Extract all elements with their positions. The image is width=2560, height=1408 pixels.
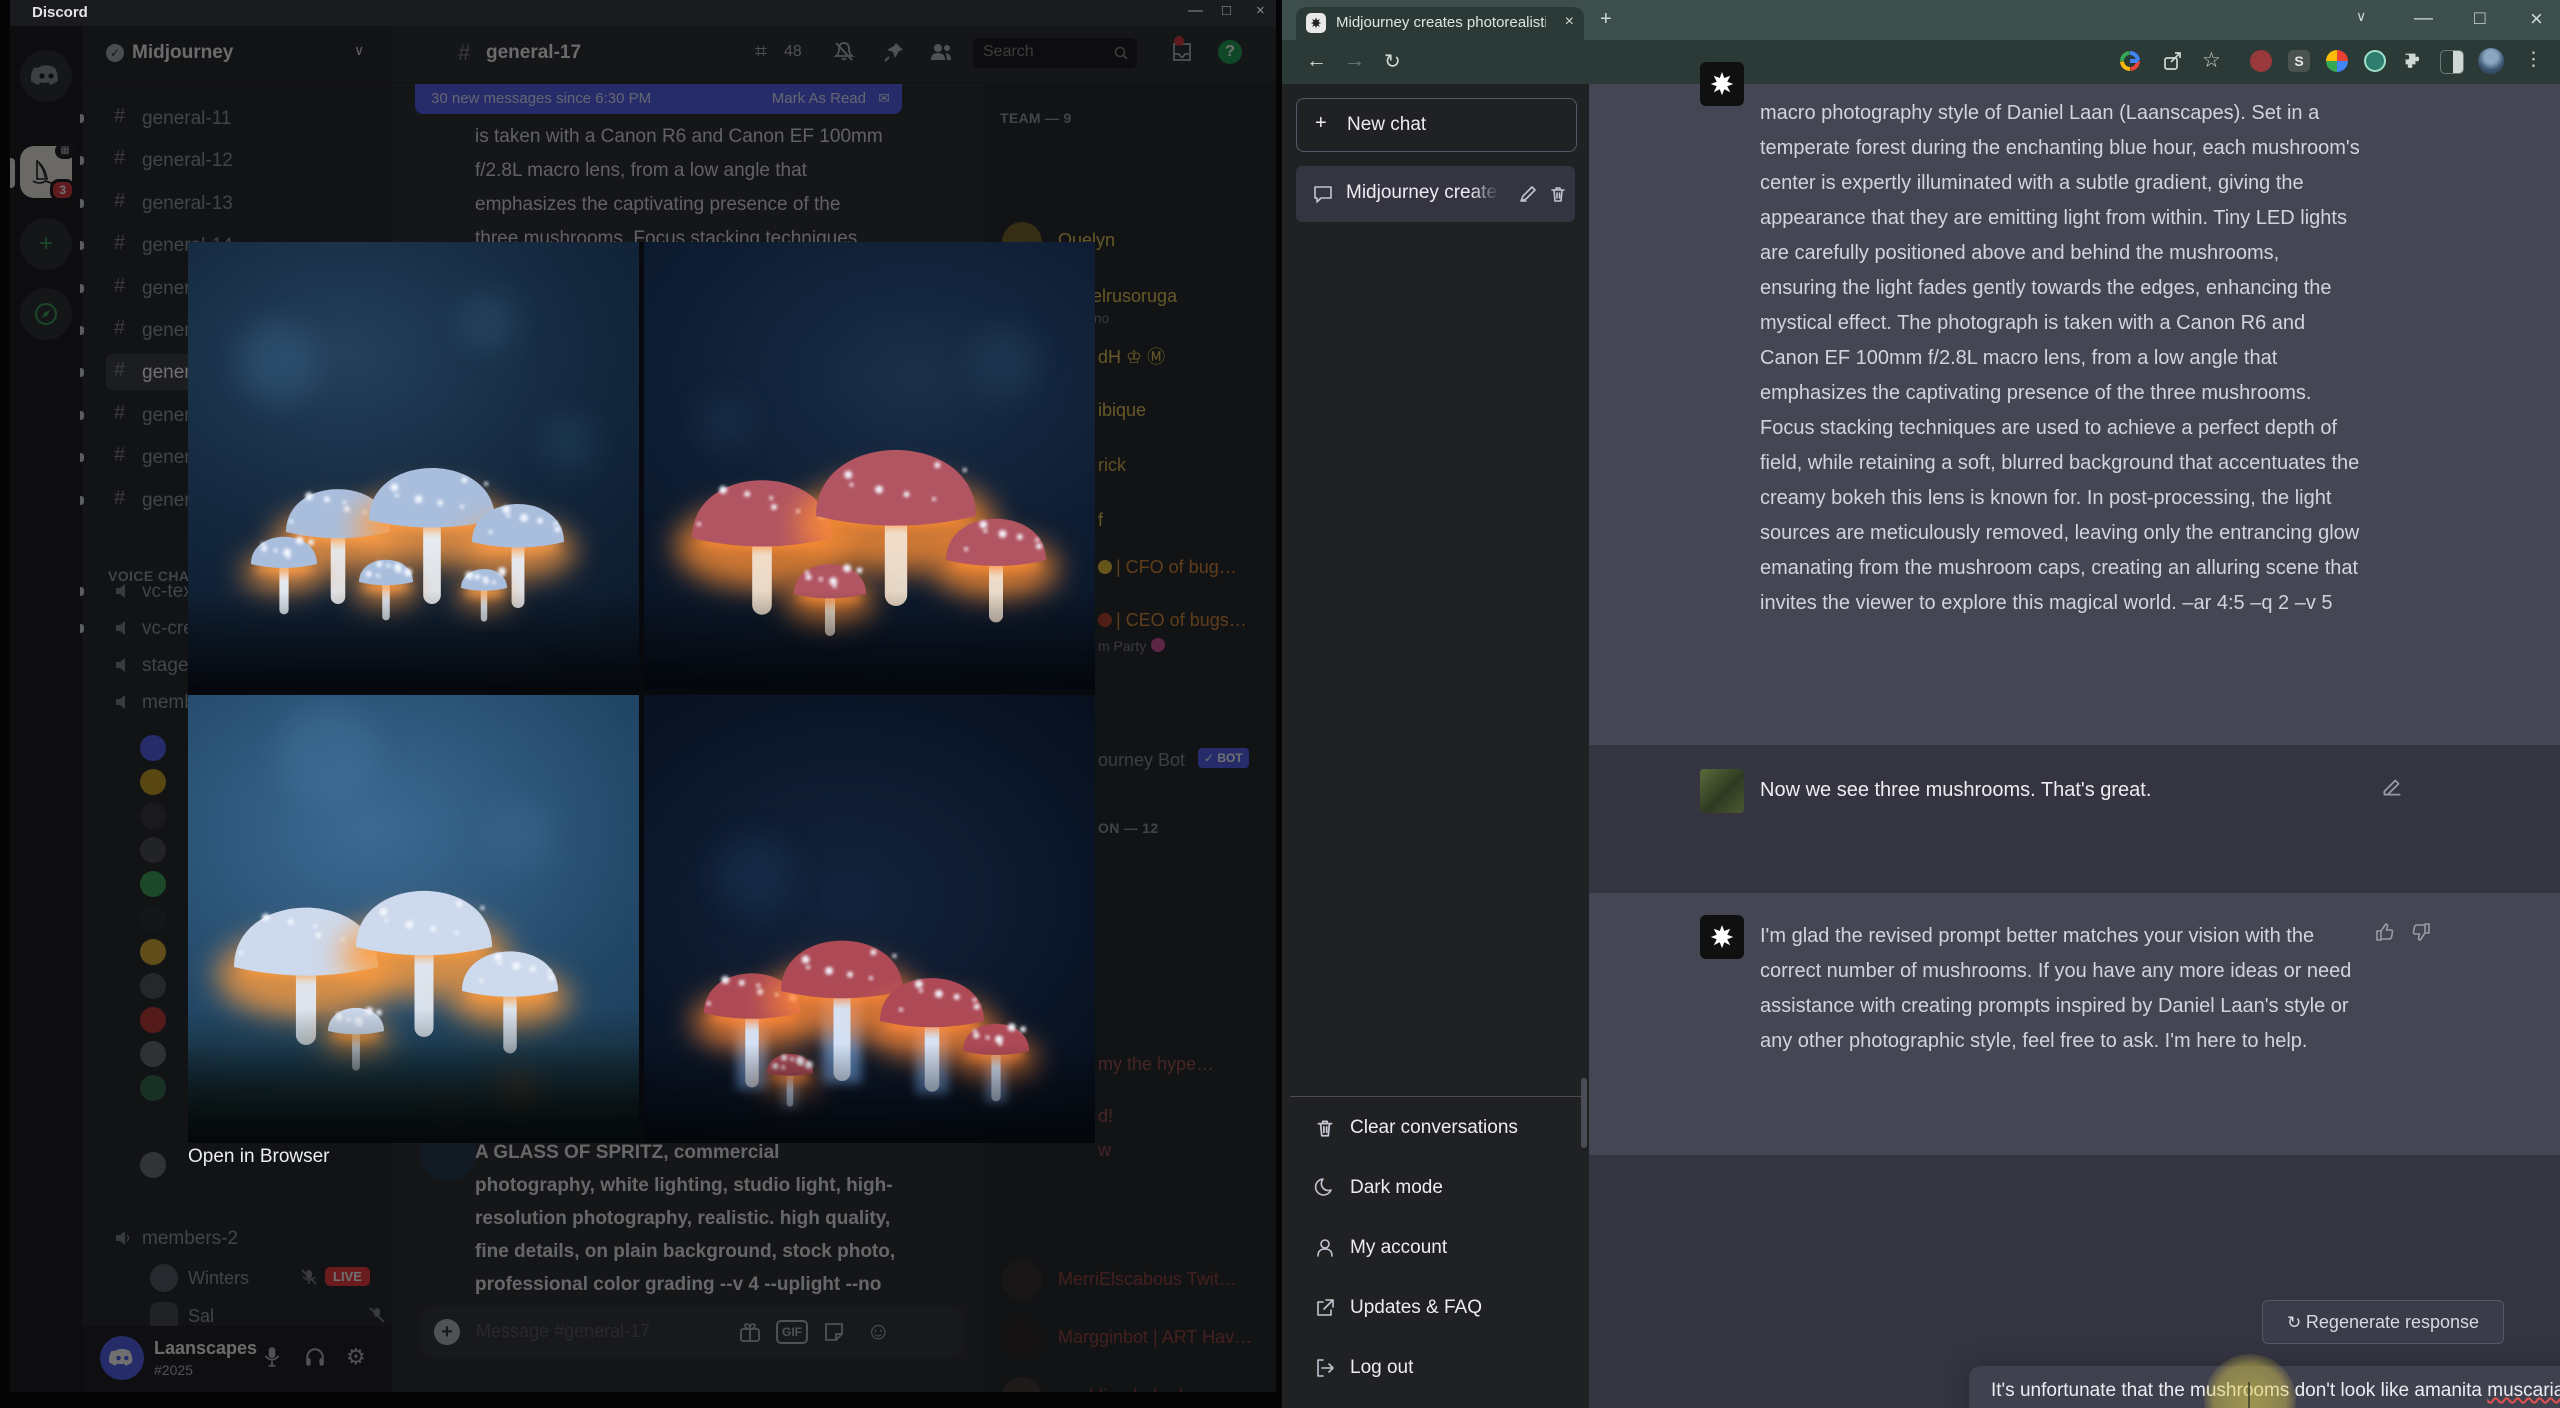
assistant-message-row: I'm glad the revised prompt better match… xyxy=(1589,893,2560,1155)
mushroom-photo-bottom-left[interactable] xyxy=(188,695,639,1143)
discord-close-button[interactable]: × xyxy=(1256,2,1265,19)
assistant-message-text: macro photography style of Daniel Laan (… xyxy=(1760,102,2360,614)
logout-icon xyxy=(1317,1359,1334,1377)
new-chat-label: New chat xyxy=(1347,114,1427,135)
chat-bubble-icon xyxy=(1314,186,1332,203)
mushroom-photo-top-left[interactable] xyxy=(188,242,639,690)
chatgpt-main: macro photography style of Daniel Laan (… xyxy=(1589,62,2560,1408)
browser-close-button[interactable]: × xyxy=(2530,6,2543,32)
new-tab-button[interactable]: + xyxy=(1600,8,1612,31)
browser-minimize-button[interactable]: — xyxy=(2414,8,2433,30)
tab-title: Midjourney creates photorealisti xyxy=(1336,14,1546,31)
user-avatar xyxy=(1700,769,1744,813)
google-g-icon[interactable] xyxy=(2118,49,2142,73)
trash-icon[interactable] xyxy=(1548,184,1568,204)
plus-icon: + xyxy=(1315,112,1327,134)
sidebar-item-label: My account xyxy=(1350,1237,1448,1258)
sidebar-item-label: Log out xyxy=(1350,1357,1414,1378)
browser-tab[interactable]: Midjourney creates photorealisti × xyxy=(1296,7,1584,40)
ibeam-cursor-icon xyxy=(2248,1382,2250,1408)
new-chat-button[interactable]: + New chat xyxy=(1296,98,1577,152)
chatgpt-avatar xyxy=(1700,915,1744,959)
midjourney-image-grid[interactable] xyxy=(188,242,1095,1143)
open-in-browser-link[interactable]: Open in Browser xyxy=(188,1146,330,1168)
mushroom-photo-bottom-right[interactable] xyxy=(644,695,1095,1143)
sidebar-item-label: Dark mode xyxy=(1350,1177,1443,1198)
sidebar-item-my-account[interactable]: My account xyxy=(1290,1224,1581,1272)
thumbs-up-icon[interactable] xyxy=(2374,921,2396,943)
sidebar-item-label: Updates & FAQ xyxy=(1350,1297,1483,1318)
bookmark-star-icon[interactable]: ☆ xyxy=(2202,48,2221,73)
extension-teal-icon[interactable] xyxy=(2364,50,2386,72)
ground-shadow xyxy=(188,1044,639,1143)
browser-toolbar: ← → ↻ chat.openai.com/chat?model=gpt-4 ☆… xyxy=(1282,40,2560,118)
external-link-icon xyxy=(1317,1299,1334,1316)
user-message-text: Now we see three mushrooms. That's great… xyxy=(1760,779,2152,801)
edit-message-icon[interactable] xyxy=(2380,775,2404,799)
edit-pencil-icon[interactable] xyxy=(1518,184,1538,204)
sidebar-item-dark-mode[interactable]: Dark mode xyxy=(1290,1164,1581,1212)
cursor-highlight xyxy=(2204,1354,2296,1408)
chatgpt-avatar xyxy=(1700,62,1744,106)
regenerate-response-button[interactable]: ↻ Regenerate response xyxy=(2262,1300,2504,1344)
sidebar-toggle-icon[interactable] xyxy=(2440,50,2464,74)
moon-icon xyxy=(1314,1178,1332,1196)
extensions-puzzle-icon[interactable] xyxy=(2402,50,2424,72)
chatgpt-favicon xyxy=(1306,13,1326,33)
browser-menu-icon[interactable]: ⋮ xyxy=(2524,48,2543,71)
regenerate-icon: ↻ xyxy=(2286,1313,2306,1332)
assistant-message-row: macro photography style of Daniel Laan (… xyxy=(1589,62,2560,745)
ground-shadow xyxy=(188,591,639,690)
reload-button[interactable]: ↻ xyxy=(1384,49,1401,74)
discord-minimize-button[interactable]: — xyxy=(1188,2,1203,19)
sidebar-item-updates-faq[interactable]: Updates & FAQ xyxy=(1290,1284,1581,1332)
thumbs-down-icon[interactable] xyxy=(2410,921,2432,943)
extension-s-icon[interactable]: S xyxy=(2288,50,2310,72)
input-text-misspelled: muscaria xyxy=(2487,1380,2560,1401)
sidebar-scrollbar[interactable] xyxy=(1581,1078,1587,1148)
tab-strip: Midjourney creates photorealisti × + ∨ —… xyxy=(1282,0,2560,40)
mushroom-photo-top-right[interactable] xyxy=(644,242,1095,690)
chatgpt-sidebar: + New chat Midjourney creates pho Clear … xyxy=(1282,84,1589,1408)
back-button[interactable]: ← xyxy=(1306,49,1327,73)
tab-close-icon[interactable]: × xyxy=(1565,13,1574,31)
forward-button[interactable]: → xyxy=(1344,49,1365,73)
ground-shadow xyxy=(644,1044,1095,1143)
openai-logo-icon xyxy=(1710,925,1734,949)
user-message-row: Now we see three mushrooms. That's great… xyxy=(1589,745,2560,893)
discord-maximize-button[interactable]: □ xyxy=(1222,2,1231,19)
sidebar-item-log-out[interactable]: Log out xyxy=(1290,1344,1581,1392)
title-fade xyxy=(1471,166,1511,222)
discord-titlebar: Discord — □ × xyxy=(10,0,1276,26)
screen: Discord — □ × ▦ 3 + ✓ Midjour xyxy=(0,0,2560,1408)
assistant-message-text: I'm glad the revised prompt better match… xyxy=(1760,925,2352,1052)
sidebar-divider xyxy=(1290,1096,1581,1097)
discord-title: Discord xyxy=(32,4,88,21)
trash-icon xyxy=(1317,1120,1333,1137)
person-icon xyxy=(1317,1239,1333,1257)
sidebar-item-label: Clear conversations xyxy=(1350,1117,1518,1138)
extension-pinwheel-icon[interactable] xyxy=(2326,50,2348,72)
openai-logo-icon xyxy=(1710,72,1734,96)
regenerate-label: Regenerate response xyxy=(2305,1312,2480,1332)
browser-window: Midjourney creates photorealisti × + ∨ —… xyxy=(1282,0,2560,1408)
window-chevron-icon[interactable]: ∨ xyxy=(2356,8,2366,25)
chat-history-item[interactable]: Midjourney creates pho xyxy=(1296,166,1575,222)
extension-icon[interactable] xyxy=(2250,50,2272,72)
sidebar-item-clear-conversations[interactable]: Clear conversations xyxy=(1290,1104,1581,1152)
browser-maximize-button[interactable]: □ xyxy=(2474,8,2485,30)
share-icon[interactable] xyxy=(2162,50,2184,72)
discord-window: Discord — □ × ▦ 3 + ✓ Midjour xyxy=(10,0,1276,1392)
ground-shadow xyxy=(644,591,1095,690)
profile-avatar[interactable] xyxy=(2478,48,2504,74)
